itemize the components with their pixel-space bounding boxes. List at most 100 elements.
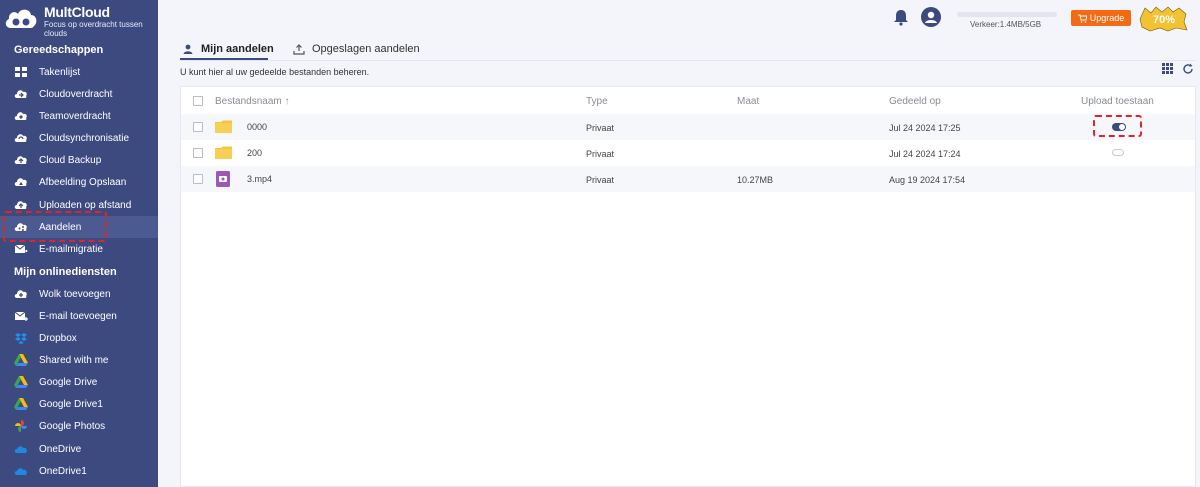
sidebar-item-label: OneDrive — [39, 443, 82, 455]
promo-badge[interactable]: 70% — [1138, 6, 1188, 32]
tools-section-title: Gereedschappen — [14, 44, 104, 56]
add-email-icon — [14, 311, 28, 321]
remote-upload-icon — [14, 201, 27, 209]
sidebar-item-google-drive1[interactable]: Google Drive1 — [0, 393, 158, 415]
file-name[interactable]: 0000 — [247, 122, 267, 132]
sidebar-item-e-mailmigratie[interactable]: E-mailmigratie — [0, 238, 158, 260]
cart-icon — [1077, 14, 1087, 23]
file-type: Privaat — [586, 175, 615, 185]
sidebar-item-cloudoverdracht[interactable]: Cloudoverdracht — [0, 83, 158, 105]
file-type: Privaat — [586, 149, 615, 159]
sidebar-item-e-mail-toevoegen[interactable]: E-mail toevoegen — [0, 305, 158, 327]
google-drive-icon — [14, 376, 28, 388]
share-icon — [14, 223, 27, 231]
upgrade-button[interactable]: Upgrade — [1071, 10, 1131, 26]
allow-upload-toggle[interactable] — [1112, 149, 1124, 156]
sidebar-item-onedrive[interactable]: OneDrive — [0, 438, 158, 460]
sidebar-item-label: Google Drive — [39, 376, 98, 388]
sidebar-item-takenlijst[interactable]: Takenlijst — [0, 61, 158, 83]
sidebar-item-onedrive1[interactable]: OneDrive1 — [0, 460, 158, 482]
sidebar-item-label: Cloud Backup — [39, 154, 102, 166]
sidebar-item-label: Dropbox — [39, 332, 77, 344]
tasklist-icon — [15, 67, 27, 77]
google-drive-icon — [14, 398, 28, 410]
sidebar: MultCloud Focus op overdracht tussen clo… — [0, 0, 158, 487]
traffic-text: Verkeer:1.4MB/5GB — [970, 20, 1042, 29]
video-file-icon — [216, 171, 230, 187]
row-checkbox[interactable] — [193, 122, 203, 132]
add-cloud-icon — [14, 290, 27, 298]
tab-mijn-aandelen[interactable]: Mijn aandelen — [182, 39, 274, 59]
sidebar-item-google-drive[interactable]: Google Drive — [0, 371, 158, 393]
topbar: Verkeer:1.4MB/5GB Upgrade 70% — [158, 0, 1200, 37]
table-header: Bestandsnaam ↑ Type Maat Gedeeld op Uplo… — [181, 87, 1195, 115]
upgrade-label: Upgrade — [1089, 13, 1125, 23]
services-section-title: Mijn onlinediensten — [14, 266, 117, 278]
folder-icon — [215, 146, 232, 159]
select-all-checkbox[interactable] — [193, 96, 203, 106]
onedrive-icon — [14, 446, 27, 453]
file-size: 10.27MB — [737, 175, 774, 185]
avatar[interactable] — [921, 7, 941, 27]
sort-arrow-icon: ↑ — [284, 96, 290, 107]
column-header-name[interactable]: Bestandsnaam ↑ — [215, 96, 290, 107]
tab-label: Mijn aandelen — [201, 43, 274, 55]
sidebar-item-label: Google Drive1 — [39, 398, 103, 410]
saved-share-icon — [293, 44, 305, 55]
dropbox-icon — [15, 333, 27, 344]
shared-date: Jul 24 2024 17:25 — [889, 123, 961, 133]
shared-date: Aug 19 2024 17:54 — [889, 175, 966, 185]
image-save-icon — [14, 178, 27, 186]
column-header-label: Bestandsnaam — [215, 96, 282, 107]
table-row[interactable]: 200 Privaat Jul 24 2024 17:24 — [181, 140, 1195, 166]
onedrive-icon — [14, 468, 27, 475]
shared-date: Jul 24 2024 17:24 — [889, 149, 961, 159]
bell-icon[interactable] — [893, 9, 909, 26]
sidebar-item-dropbox[interactable]: Dropbox — [0, 327, 158, 349]
sidebar-item-shared-with-me[interactable]: Shared with me — [0, 349, 158, 371]
table-row[interactable]: 0000 Privaat Jul 24 2024 17:25 — [181, 114, 1195, 140]
grid-view-icon[interactable] — [1162, 63, 1173, 74]
cloud-backup-icon — [14, 156, 27, 164]
file-name[interactable]: 3.mp4 — [247, 174, 272, 184]
sidebar-item-label: Uploaden op afstand — [39, 199, 132, 211]
sidebar-item-label: Wolk toevoegen — [39, 288, 111, 300]
tab-opgeslagen-aandelen[interactable]: Opgeslagen aandelen — [293, 39, 420, 59]
brand-tagline: Focus op overdracht tussen clouds — [44, 20, 143, 38]
sidebar-item-cloud-backup[interactable]: Cloud Backup — [0, 149, 158, 171]
sidebar-item-teamoverdracht[interactable]: Teamoverdracht — [0, 105, 158, 127]
sidebar-item-label: Teamoverdracht — [39, 110, 111, 122]
team-transfer-icon — [14, 112, 27, 120]
shares-table: Bestandsnaam ↑ Type Maat Gedeeld op Uplo… — [180, 86, 1196, 487]
column-header-shared-on: Gedeeld op — [889, 96, 941, 107]
refresh-icon[interactable] — [1182, 63, 1194, 75]
sidebar-item-label: Cloudoverdracht — [39, 88, 113, 100]
allow-upload-toggle[interactable] — [1112, 123, 1126, 131]
sidebar-item-label: Takenlijst — [39, 66, 81, 78]
sidebar-item-label: Aandelen — [39, 221, 82, 233]
google-drive-icon — [14, 354, 28, 366]
sidebar-item-afbeelding-opslaan[interactable]: Afbeelding Opslaan — [0, 171, 158, 193]
column-header-size: Maat — [737, 96, 760, 107]
column-header-allow-upload: Upload toestaan — [1081, 96, 1154, 107]
column-header-type: Type — [586, 96, 608, 107]
brand[interactable]: MultCloud Focus op overdracht tussen clo… — [0, 0, 158, 40]
sidebar-item-label: OneDrive1 — [39, 465, 87, 477]
cloud-transfer-icon — [14, 90, 27, 98]
table-row[interactable]: 3.mp4 Privaat 10.27MB Aug 19 2024 17:54 — [181, 166, 1195, 192]
row-checkbox[interactable] — [193, 148, 203, 158]
user-icon — [925, 11, 937, 23]
sidebar-item-aandelen[interactable]: Aandelen — [0, 216, 158, 238]
row-checkbox[interactable] — [193, 174, 203, 184]
user-icon — [183, 44, 193, 54]
sidebar-item-label: E-mailmigratie — [39, 243, 103, 255]
sidebar-item-cloudsynchronisatie[interactable]: Cloudsynchronisatie — [0, 127, 158, 149]
sidebar-item-google-photos[interactable]: Google Photos — [0, 415, 158, 437]
tab-divider — [180, 60, 1196, 61]
file-name[interactable]: 200 — [247, 148, 262, 158]
sidebar-item-label: Afbeelding Opslaan — [39, 176, 127, 188]
sidebar-item-wolk-toevoegen[interactable]: Wolk toevoegen — [0, 283, 158, 305]
promo-text: 70% — [1153, 14, 1175, 26]
cloud-sync-icon — [14, 134, 27, 142]
sidebar-item-uploaden-op-afstand[interactable]: Uploaden op afstand — [0, 194, 158, 216]
